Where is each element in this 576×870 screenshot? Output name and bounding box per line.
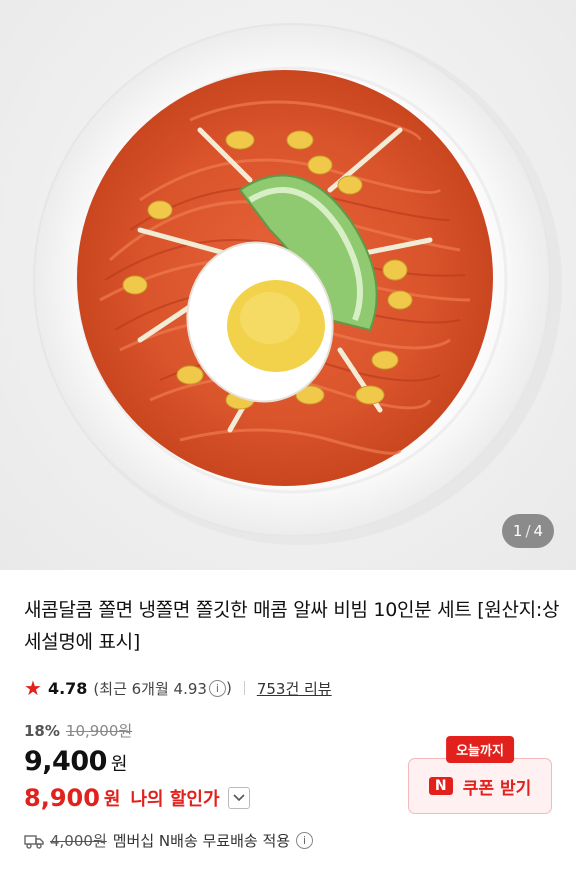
star-icon: ★ [24,676,42,700]
sale-price-unit: 원 [110,754,128,775]
product-image [33,23,562,545]
my-discount-price-unit: 원 [103,789,121,810]
image-counter-total: 4 [533,522,544,540]
n-logo-icon: N [428,777,453,795]
image-counter-separator: / [525,522,531,540]
recent-rating-suffix: ) [225,679,232,697]
chevron-down-icon[interactable] [227,787,250,809]
today-only-badge: 오늘까지 [446,736,514,763]
product-image-gallery[interactable]: 1 / 4 [0,0,576,570]
truck-icon [24,833,44,849]
info-icon[interactable]: i [296,832,314,849]
info-icon[interactable]: i [208,679,226,697]
rating-score: 4.78 [47,678,88,698]
my-discount-label: 나의 할인가 [130,789,220,810]
shipping-row: 4,000원 멤버십 N배송 무료배송 적용 i [24,830,314,851]
get-coupon-button[interactable]: N 쿠폰 받기 [408,758,552,814]
price-row: 9,400 원 [24,746,127,777]
coupon-area: 오늘까지 N 쿠폰 받기 [408,736,552,816]
rating-row: ★ 4.78 (최근 6개월 4.93 i ) 753건 리뷰 [24,676,332,700]
divider [243,681,245,695]
image-counter: 1 / 4 [502,514,554,548]
get-coupon-label: 쿠폰 받기 [462,778,532,799]
review-count-link[interactable]: 753건 리뷰 [257,678,332,699]
shipping-benefit-text: 멤버십 N배송 무료배송 적용 [112,832,291,850]
product-title: 새콤달콤 쫄면 냉쫄면 쫄깃한 매콤 알싸 비빔 10인분 세트 [원산지:상세… [24,599,560,653]
discount-rate: 18% [24,721,60,740]
discount-row: 18% 10,900원 [24,720,132,741]
image-counter-current: 1 [512,522,523,540]
my-price-row[interactable]: 8,900 원 나의 할인가 [24,784,250,812]
sale-price: 9,400 [24,746,107,777]
recent-rating-prefix: (최근 6개월 4.93 [93,679,207,698]
original-shipping-fee: 4,000원 [50,832,107,850]
original-price: 10,900원 [65,722,133,740]
my-discount-price: 8,900 [24,784,100,812]
